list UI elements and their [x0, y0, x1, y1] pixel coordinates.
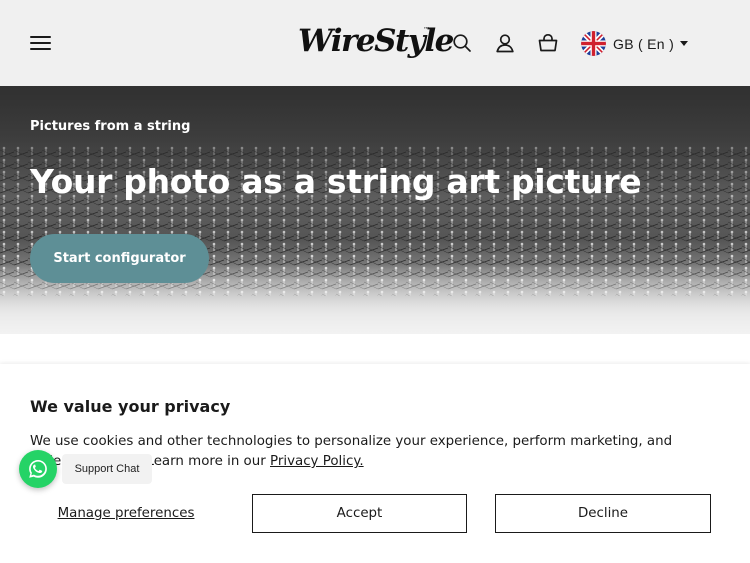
decline-button[interactable]: Decline	[495, 494, 711, 533]
page-content-area	[0, 334, 750, 364]
hero-banner: Pictures from a string Your photo as a s…	[0, 86, 750, 334]
start-configurator-button[interactable]: Start configurator	[30, 234, 209, 283]
hero-eyebrow: Pictures from a string	[30, 119, 191, 134]
manage-preferences-button[interactable]: Manage preferences	[30, 494, 222, 533]
support-chat-label[interactable]: Support Chat	[62, 454, 152, 484]
whatsapp-icon[interactable]	[19, 450, 57, 488]
search-icon[interactable]	[451, 32, 473, 54]
site-logo[interactable]: WireStyle ™	[298, 18, 454, 64]
hamburger-menu-icon[interactable]	[30, 34, 51, 52]
logo-trademark: ™	[423, 26, 430, 34]
site-header: WireStyle ™ GB (En)	[0, 0, 750, 86]
accept-button[interactable]: Accept	[252, 494, 467, 533]
privacy-policy-link[interactable]: Privacy Policy.	[270, 454, 364, 469]
user-account-icon[interactable]	[494, 32, 516, 54]
caret-down-icon	[680, 41, 689, 46]
uk-flag-icon	[581, 31, 606, 56]
hero-title: Your photo as a string art picture	[30, 162, 642, 201]
language-label: GB ( En )	[613, 35, 675, 52]
cookie-banner-title: We value your privacy	[30, 397, 231, 416]
language-selector[interactable]: GB ( En )	[581, 31, 689, 56]
shopping-basket-icon[interactable]	[537, 32, 559, 54]
